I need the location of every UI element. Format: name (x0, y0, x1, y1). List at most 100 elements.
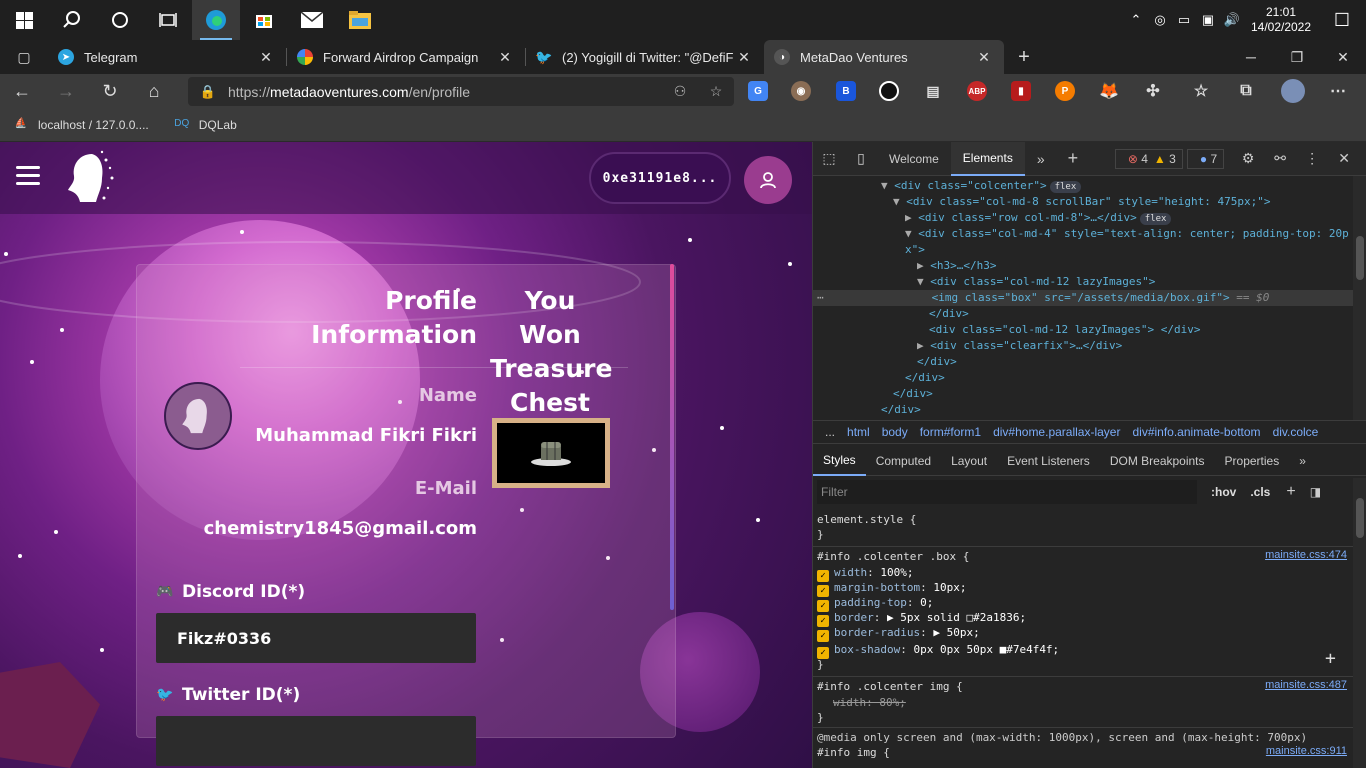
rule-selector[interactable]: #info .colcenter img { (817, 679, 963, 694)
new-rule-icon[interactable]: + (1286, 483, 1295, 501)
breadcrumb-item[interactable]: body (882, 425, 908, 439)
network-icon[interactable]: ▣ (1196, 12, 1220, 28)
breadcrumb-item[interactable]: html (847, 425, 870, 439)
dom-line[interactable]: </div> (929, 306, 969, 322)
clock[interactable]: 21:01 14/02/2022 (1244, 5, 1318, 35)
add-property-icon[interactable]: + (1325, 648, 1336, 669)
dom-line[interactable]: </div> (917, 354, 957, 370)
dom-line[interactable]: ▶ <h3>…</h3> (917, 258, 996, 274)
tab-metadao[interactable]: ◑ MetaDao Ventures ✕ (764, 40, 1004, 74)
battery-icon[interactable]: ▭ (1172, 12, 1196, 28)
owl-extension-icon[interactable]: ◉ (791, 81, 811, 101)
search-icon[interactable] (48, 0, 96, 40)
breadcrumb-item[interactable]: div#home.parallax-layer (993, 425, 1120, 439)
tab-dom-breakpoints[interactable]: DOM Breakpoints (1100, 446, 1215, 476)
cortana-icon[interactable] (96, 0, 144, 40)
metamask-extension-icon[interactable]: 🦊 (1099, 81, 1119, 101)
home-icon[interactable]: ⌂ (132, 81, 176, 102)
breadcrumb-item[interactable]: div#info.animate-bottom (1132, 425, 1260, 439)
user-profile-button[interactable] (744, 156, 792, 204)
extensions-icon[interactable]: ✣ (1143, 81, 1163, 101)
maximize-icon[interactable]: ❐ (1274, 49, 1320, 66)
css-declaration[interactable]: ✓ border-radius: ▶ 50px; (817, 625, 980, 642)
dom-line-selected[interactable]: ⋯ <img class="box" src="/assets/media/box… (813, 290, 1353, 306)
tab-computed[interactable]: Computed (866, 446, 941, 476)
tab-actions-icon[interactable]: ▢ (0, 49, 48, 66)
add-tab-icon[interactable]: + (1057, 148, 1089, 169)
lock-icon[interactable]: 🔒 (188, 84, 228, 100)
profile-avatar[interactable] (1281, 79, 1305, 103)
close-tab-icon[interactable]: ✕ (734, 49, 754, 66)
css-declaration[interactable]: ✓ margin-bottom: 10px; (817, 580, 966, 597)
settings-gear-icon[interactable]: ⚙ (1232, 150, 1264, 167)
dom-line[interactable]: ▼ <div class="colcenter"> flex (881, 178, 1082, 194)
edge-taskbar-icon[interactable] (192, 0, 240, 40)
styles-filter-input[interactable]: Filter (817, 480, 1197, 504)
dom-line[interactable]: ▶ <div class="clearfix">…</div> (917, 338, 1122, 354)
device-toolbar-icon[interactable]: ▯ (845, 150, 877, 167)
overridden-declaration[interactable]: width: 80%; (833, 695, 906, 710)
address-bar[interactable]: 🔒 https://metadaoventures.com/en/profile… (188, 77, 734, 106)
css-declaration[interactable]: ✓ border: ▶ 5px solid □#2a1836; (817, 610, 1026, 627)
dom-scrollbar[interactable] (1353, 176, 1366, 420)
tab-forward-airdrop[interactable]: Forward Airdrop Campaign ✕ (287, 40, 525, 74)
hover-state-toggle[interactable]: :hov (1211, 485, 1236, 499)
hamburger-menu-icon[interactable] (16, 166, 40, 186)
dom-line[interactable]: ▶ <div class="row col-md-8">…</div> flex (905, 210, 1172, 226)
styles-scrollbar[interactable] (1353, 478, 1366, 768)
bookmark-dqlab[interactable]: DQ DQLab (173, 118, 237, 132)
dom-line[interactable]: ▼ <div class="col-md-12 lazyImages"> (917, 274, 1155, 290)
windows-start-icon[interactable] (0, 0, 48, 40)
red-extension-icon[interactable]: ▮ (1011, 81, 1031, 101)
more-tabs-icon[interactable]: » (1025, 151, 1057, 167)
store-icon[interactable] (240, 0, 288, 40)
mail-icon[interactable] (288, 0, 336, 40)
rule-source-link[interactable]: mainsite.css:474 (1265, 549, 1347, 561)
wallet-address-button[interactable]: 0xe31191e8... (589, 152, 731, 204)
css-declaration[interactable]: ✓ width: 100%; (817, 565, 914, 582)
breadcrumb-item[interactable]: form#form1 (920, 425, 981, 439)
close-tab-icon[interactable]: ✕ (495, 49, 515, 66)
file-explorer-icon[interactable] (336, 0, 384, 40)
chevron-up-icon[interactable]: ⌃ (1124, 12, 1148, 28)
dom-line[interactable]: <div class="col-md-12 lazyImages"> </div… (929, 322, 1201, 338)
rule-selector[interactable]: #info img { (817, 745, 890, 760)
css-declaration[interactable]: ✓ padding-top: 0; (817, 595, 933, 612)
breadcrumb-item[interactable]: div.colce (1273, 425, 1319, 439)
dom-line[interactable]: ▼ <div class="col-md-4" style="text-alig… (905, 226, 1349, 242)
forward-icon[interactable]: → (44, 81, 88, 102)
class-toggle[interactable]: .cls (1250, 485, 1270, 499)
tab-twitter[interactable]: 🐦 (2) Yogigill di Twitter: "@DefiForv ✕ (526, 40, 764, 74)
close-tab-icon[interactable]: ✕ (256, 49, 276, 66)
translate-extension-icon[interactable]: G (748, 81, 768, 101)
tab-welcome[interactable]: Welcome (877, 142, 951, 176)
webcam-icon[interactable]: ◎ (1148, 12, 1172, 28)
close-devtools-icon[interactable]: ✕ (1328, 150, 1360, 167)
minimize-icon[interactable]: ─ (1228, 49, 1274, 65)
rule-source-link[interactable]: mainsite.css:911 (1266, 745, 1347, 757)
more-tabs-icon[interactable]: » (1289, 446, 1316, 476)
tab-event-listeners[interactable]: Event Listeners (997, 446, 1100, 476)
tab-layout[interactable]: Layout (941, 446, 997, 476)
inspect-element-icon[interactable]: ⬚ (813, 150, 845, 167)
close-tab-icon[interactable]: ✕ (974, 49, 994, 66)
rule-selector[interactable]: #info .colcenter .box { (817, 549, 969, 564)
messages-counter[interactable]: ● 7 (1186, 148, 1225, 169)
close-window-icon[interactable]: ✕ (1320, 49, 1366, 66)
task-view-icon[interactable] (144, 0, 192, 40)
more-options-icon[interactable]: ⋮ (1296, 150, 1328, 167)
more-icon[interactable]: ⋯ (1328, 81, 1348, 101)
dom-line[interactable]: </div> (905, 370, 945, 386)
breadcrumb-item[interactable]: ... (825, 425, 835, 439)
collections-icon[interactable]: ⧉ (1236, 81, 1256, 101)
element-style-rule[interactable]: element.style { (817, 512, 916, 527)
computed-sidebar-icon[interactable]: ◨ (1310, 485, 1321, 499)
issues-counter[interactable]: ⊗ 4 ▲ 3 (1114, 148, 1183, 169)
site-permissions-icon[interactable]: ⚇ (662, 83, 698, 100)
rule-source-link[interactable]: mainsite.css:487 (1265, 679, 1347, 691)
circle-extension-icon[interactable] (879, 81, 899, 101)
clipboard-extension-icon[interactable]: ▤ (923, 81, 943, 101)
tab-styles[interactable]: Styles (813, 446, 866, 476)
p-extension-icon[interactable]: P (1055, 81, 1075, 101)
customize-icon[interactable]: ⚯ (1264, 150, 1296, 167)
